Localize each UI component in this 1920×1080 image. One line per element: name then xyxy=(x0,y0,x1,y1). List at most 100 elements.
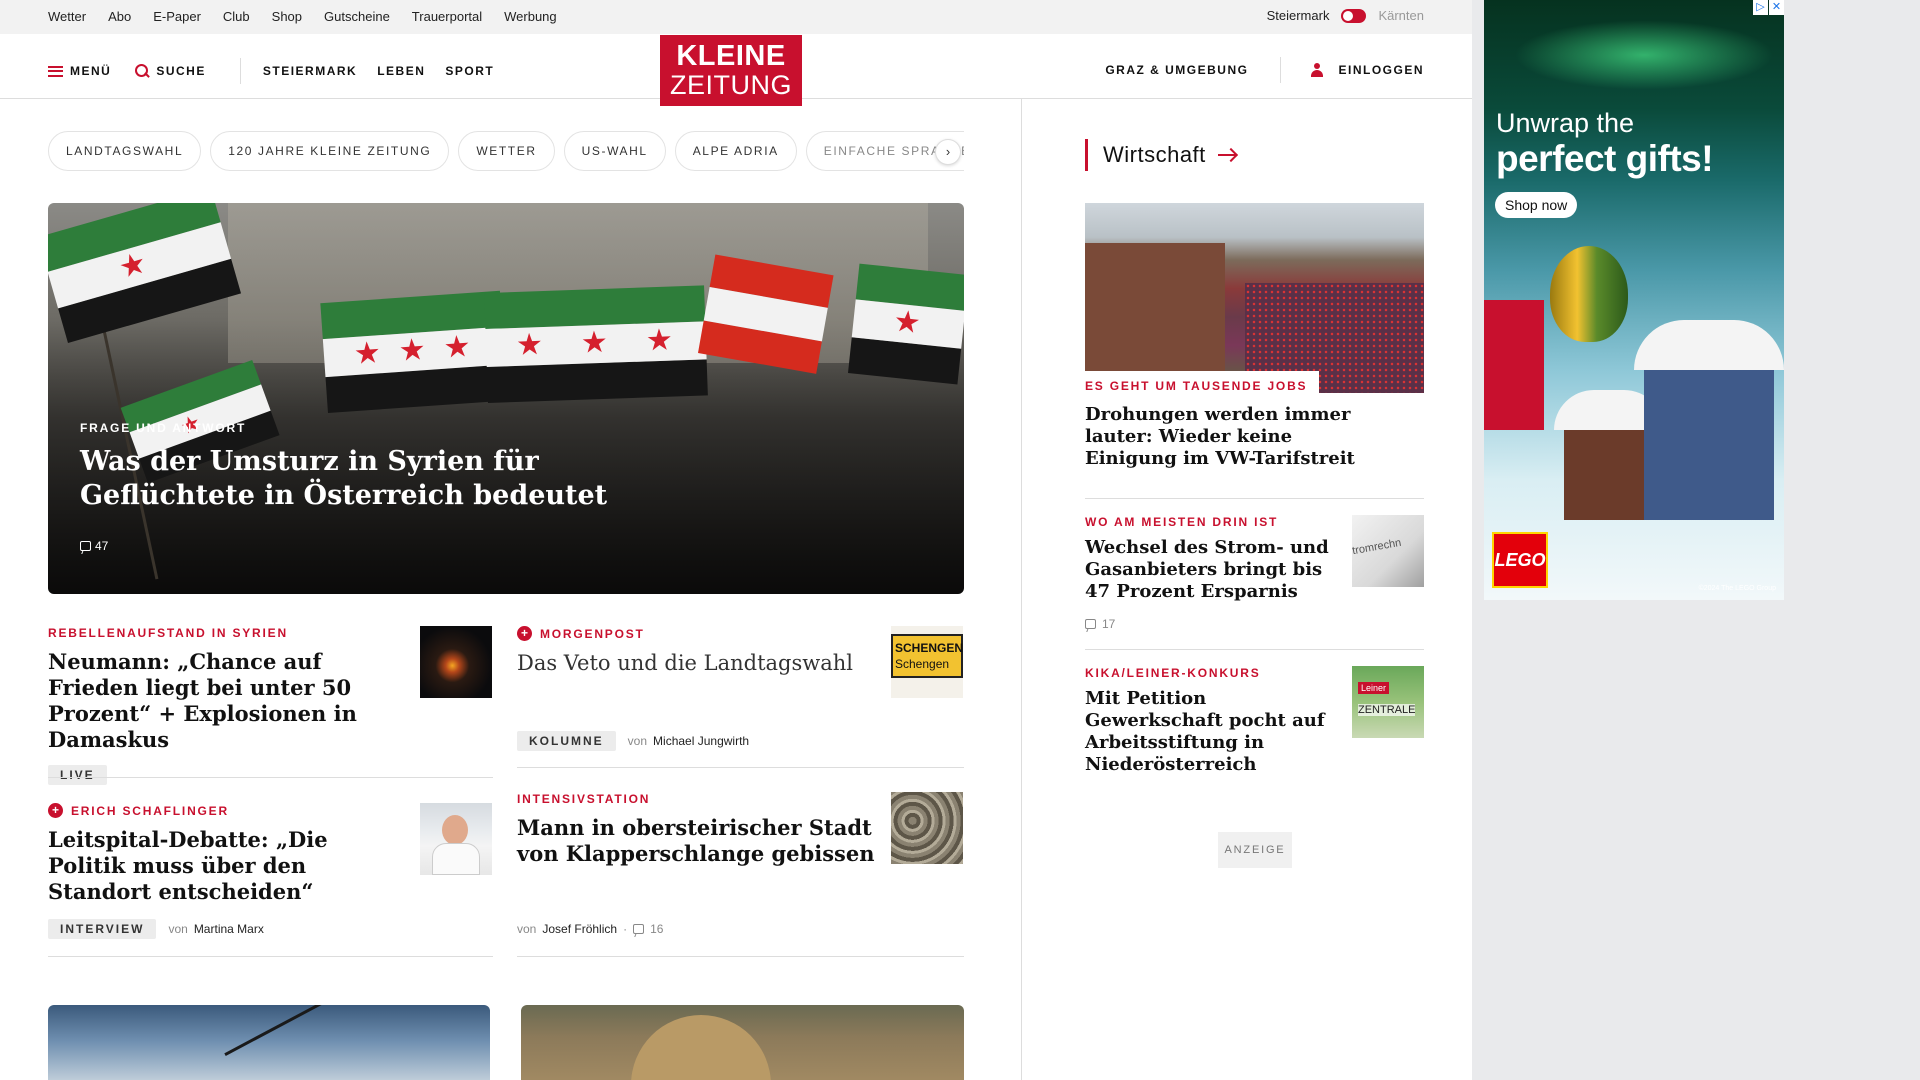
lego-logo: LEGO xyxy=(1492,532,1548,588)
hero-comments[interactable]: 47 xyxy=(80,539,108,553)
teaser-title[interactable]: Leitspital-Debatte: „Die Politik muss üb… xyxy=(48,827,368,905)
hero-comment-count: 47 xyxy=(95,539,109,553)
teaser-thumbnail-schengen[interactable]: SCHENGEN Schengen xyxy=(891,626,963,698)
author-name[interactable]: Martina Marx xyxy=(194,922,264,936)
ad-choices-icon[interactable]: ▷ xyxy=(1753,0,1768,15)
chip-alpe-adria[interactable]: ALPE ADRIA xyxy=(674,131,797,171)
teaser-meta: von Josef Fröhlich · 16 xyxy=(517,922,663,936)
teaser-kicker-wrap: + MORGENPOST xyxy=(517,626,877,641)
teaser-thumbnail-snake[interactable] xyxy=(891,792,963,864)
utility-link-trauerportal[interactable]: Trauerportal xyxy=(412,9,482,24)
teaser-klapperschlange[interactable]: INTENSIVSTATION Mann in obersteirischer … xyxy=(517,792,877,867)
header-left: MENÜ SUCHE STEIERMARK LEBEN SPORT xyxy=(48,58,514,84)
user-icon xyxy=(1311,63,1324,77)
utility-link-abo[interactable]: Abo xyxy=(108,9,131,24)
thumb-text: SCHENGEN xyxy=(895,641,963,655)
region-toggle[interactable] xyxy=(1341,8,1367,23)
teaser-title[interactable]: Mann in obersteirischer Stadt von Klappe… xyxy=(517,815,877,867)
sidebar-article-strom[interactable]: WO AM MEISTEN DRIN IST Wechsel des Strom… xyxy=(1085,515,1345,631)
ad-controls: ▷ ✕ xyxy=(1753,0,1784,15)
sidebar-lead-article[interactable]: Drohungen werden immer lauter: Wieder ke… xyxy=(1085,396,1365,470)
sidebar-thumbnail-zentrale[interactable]: Leiner ZENTRALE xyxy=(1352,666,1424,738)
chip-landtagswahl[interactable]: LANDTAGSWAHL xyxy=(48,131,202,171)
nav-sport[interactable]: SPORT xyxy=(445,64,494,78)
login-label: EINLOGGEN xyxy=(1338,63,1424,77)
crane-arm xyxy=(224,1005,332,1056)
kolumne-badge: KOLUMNE xyxy=(517,731,616,751)
topic-chips: LANDTAGSWAHL 120 JAHRE KLEINE ZEITUNG WE… xyxy=(48,131,964,171)
utility-link-shop[interactable]: Shop xyxy=(272,9,302,24)
sidebar-article-kika[interactable]: KIKA/LEINER-KONKURS Mit Petition Gewerks… xyxy=(1085,666,1345,776)
search-button[interactable]: SUCHE xyxy=(135,64,206,78)
sidebar-title[interactable]: Wechsel des Strom- und Gasanbieters brin… xyxy=(1085,537,1345,603)
flag-syria: ★ xyxy=(48,203,242,343)
portrait-face xyxy=(442,815,468,845)
schengen-sign: SCHENGEN Schengen xyxy=(891,634,963,678)
comment-count[interactable]: 16 xyxy=(650,922,663,936)
utility-link-wetter[interactable]: Wetter xyxy=(48,9,86,24)
teaser-syria-live[interactable]: REBELLENAUFSTAND IN SYRIEN Neumann: „Cha… xyxy=(48,626,388,785)
byline-prefix: von xyxy=(627,734,648,748)
thumb-text: Leiner xyxy=(1358,682,1390,694)
teaser-leitspital[interactable]: + ERICH SCHAFLINGER Leitspital-Debatte: „… xyxy=(48,803,368,905)
sidebar-lead-image[interactable] xyxy=(1085,203,1424,393)
sidebar-kicker: KIKA/LEINER-KONKURS xyxy=(1085,666,1261,680)
region-active-label[interactable]: Steiermark xyxy=(1267,8,1330,23)
author-name[interactable]: Michael Jungwirth xyxy=(653,734,749,748)
author-name[interactable]: Josef Fröhlich xyxy=(542,922,617,936)
site-logo[interactable]: KLEINE ZEITUNG xyxy=(660,35,802,106)
ad-shop-now-button[interactable]: Shop now xyxy=(1495,192,1578,218)
sidebar-title[interactable]: Mit Petition Gewerkschaft pocht auf Arbe… xyxy=(1085,688,1345,776)
interview-badge: INTERVIEW xyxy=(48,919,157,939)
divider xyxy=(48,956,493,957)
ad-close-icon[interactable]: ✕ xyxy=(1769,0,1784,15)
section-heading-wirtschaft[interactable]: Wirtschaft xyxy=(1085,139,1236,171)
teaser-thumbnail-portrait[interactable] xyxy=(420,803,492,875)
region-inactive-label[interactable]: Kärnten xyxy=(1378,8,1424,23)
plus-icon: + xyxy=(48,803,63,818)
teaser-meta: INTERVIEW von Martina Marx xyxy=(48,919,264,939)
teaser-title[interactable]: Das Veto und die Landtagswahl xyxy=(517,650,877,676)
nav-steiermark[interactable]: STEIERMARK xyxy=(263,64,357,78)
teaser-kicker: ERICH SCHAFLINGER xyxy=(71,803,229,818)
comment-icon xyxy=(80,541,91,551)
region-link[interactable]: GRAZ & UMGEBUNG xyxy=(1105,63,1248,77)
section-heading-label: Wirtschaft xyxy=(1103,142,1206,167)
divider xyxy=(517,767,964,768)
sidebar-thumbnail-bill[interactable]: tromrechn xyxy=(1352,515,1424,587)
teaser-title[interactable]: Neumann: „Chance auf Frieden liegt bei u… xyxy=(48,649,388,753)
byline-prefix: von xyxy=(517,922,537,936)
utility-link-club[interactable]: Club xyxy=(223,9,250,24)
comment-count[interactable]: 17 xyxy=(1102,617,1115,631)
teaser-thumbnail-explosion[interactable] xyxy=(420,626,492,698)
sidebar-kicker: WO AM MEISTEN DRIN IST xyxy=(1085,515,1279,529)
hero-article[interactable]: ★ ★ ★ ★ ★ ★ ★ ★ ★ FRAGE UND ANTWORT Was der … xyxy=(48,203,964,594)
logo-line-2: ZEITUNG xyxy=(670,70,792,100)
lego-ad-banner[interactable]: ▷ ✕ Unwrap the perfect gifts! Shop now L… xyxy=(1484,0,1784,600)
utility-link-gutscheine[interactable]: Gutscheine xyxy=(324,9,390,24)
teaser-morgenpost[interactable]: + MORGENPOST Das Veto und die Landtagswah… xyxy=(517,626,877,676)
sidebar-lead-kicker-box: ES GEHT UM TAUSENDE JOBS xyxy=(1085,371,1320,398)
sidebar-lead-title[interactable]: Drohungen werden immer lauter: Wieder ke… xyxy=(1085,404,1365,470)
sidebar-lead-kicker: ES GEHT UM TAUSENDE JOBS xyxy=(1085,379,1308,393)
login-button[interactable]: EINLOGGEN xyxy=(1311,63,1424,77)
teaser-meta: KOLUMNE von Michael Jungwirth xyxy=(517,731,749,751)
divider xyxy=(1085,649,1424,650)
chip-120-jahre[interactable]: 120 JAHRE KLEINE ZEITUNG xyxy=(210,131,450,171)
menu-button[interactable]: MENÜ xyxy=(48,64,111,78)
teaser-image-thatched-house[interactable] xyxy=(521,1005,964,1080)
chip-wetter[interactable]: WETTER xyxy=(458,131,555,171)
hero-title[interactable]: Was der Umsturz in Syrien für Geflüchtet… xyxy=(80,445,640,513)
arrow-right-icon xyxy=(1217,154,1236,156)
flag-syria: ★ xyxy=(848,263,964,385)
chip-us-wahl[interactable]: US-WAHL xyxy=(563,131,666,171)
chevron-right-icon[interactable]: › xyxy=(935,139,961,165)
utility-link-werbung[interactable]: Werbung xyxy=(504,9,557,24)
utility-links: Wetter Abo E-Paper Club Shop Gutscheine … xyxy=(48,9,557,24)
comment-icon xyxy=(1085,619,1096,629)
utility-link-epaper[interactable]: E-Paper xyxy=(153,9,201,24)
flag-syria: ★ ★ ★ xyxy=(320,290,508,413)
nav-leben[interactable]: LEBEN xyxy=(377,64,425,78)
teaser-image-crane[interactable] xyxy=(48,1005,490,1080)
thumb-text: ZENTRALE xyxy=(1358,704,1416,716)
